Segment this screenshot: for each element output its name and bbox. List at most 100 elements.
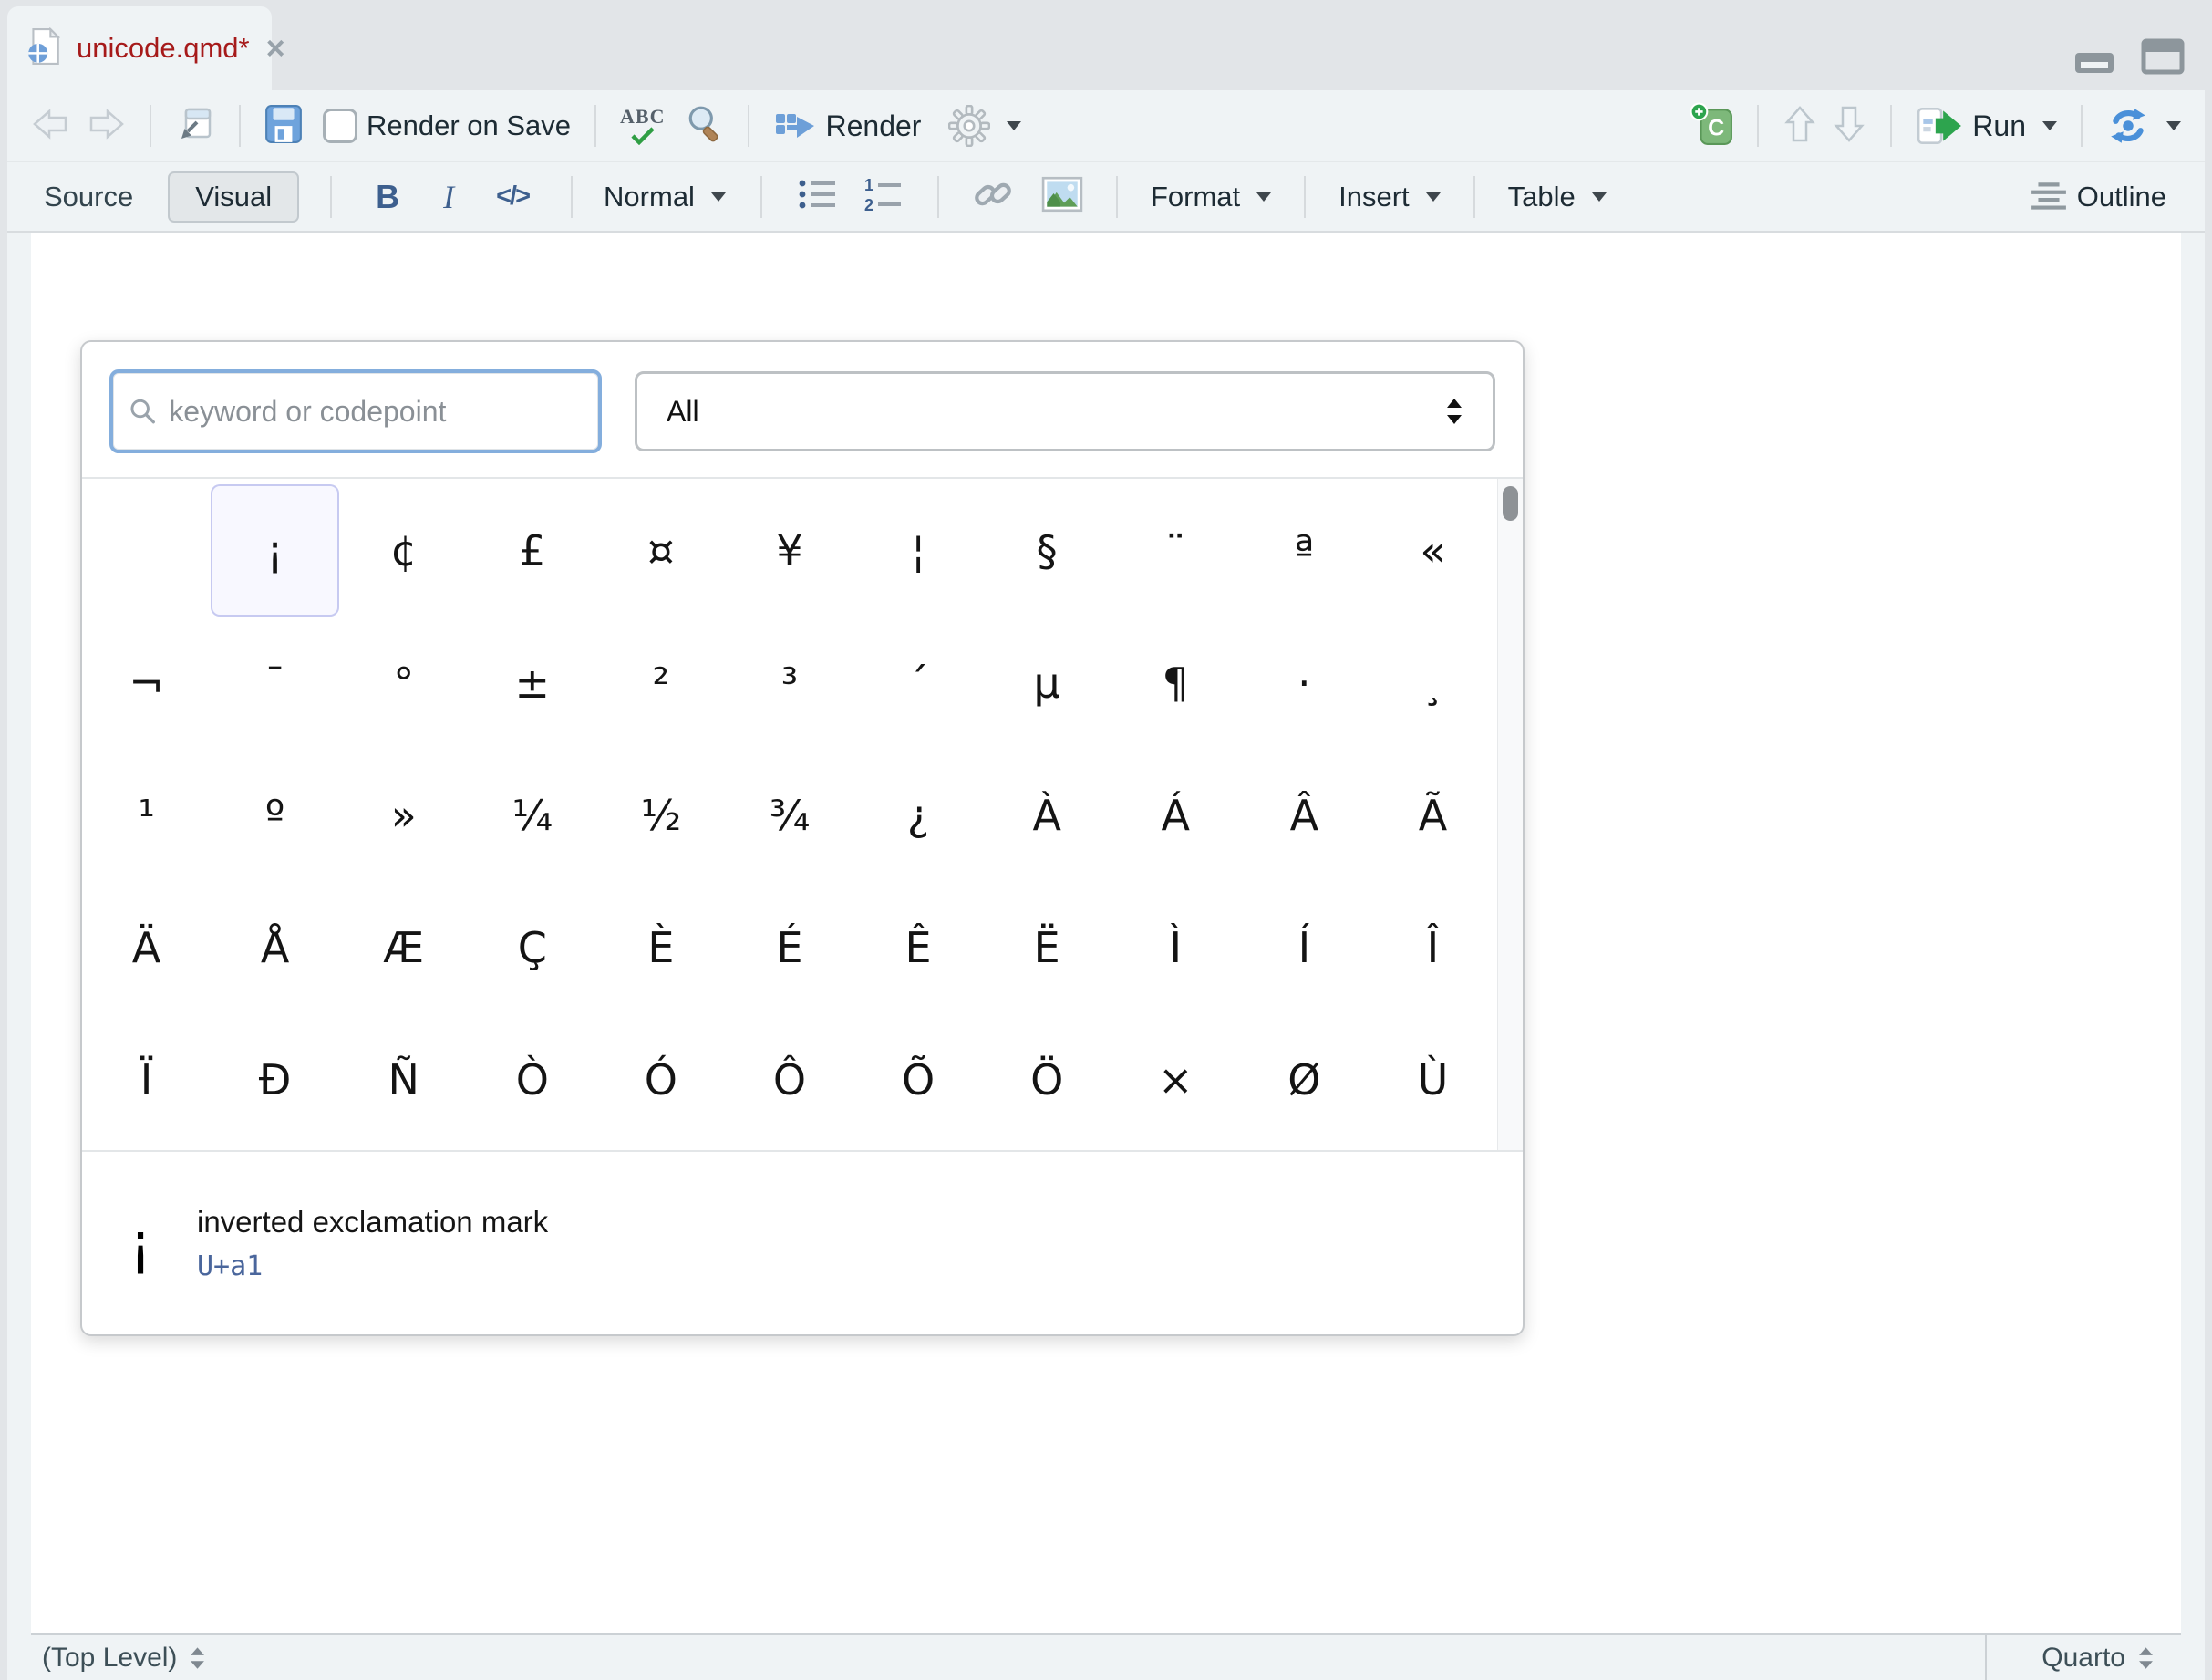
char-cell[interactable]: Ð: [211, 1013, 339, 1146]
code-button[interactable]: </>: [496, 181, 529, 212]
run-button[interactable]: Run: [1916, 106, 2057, 146]
mode-selector[interactable]: Quarto: [1985, 1635, 2181, 1680]
char-cell[interactable]: É: [725, 881, 853, 1013]
scrollbar-thumb[interactable]: [1503, 486, 1518, 521]
paragraph-style-dropdown[interactable]: Normal: [604, 181, 726, 213]
char-cell[interactable]: Å: [211, 881, 339, 1013]
render-options-button[interactable]: [948, 105, 1021, 147]
char-cell[interactable]: µ: [983, 617, 1111, 749]
editor-canvas[interactable]: All ¡¢£¤¥¦§¨ª« ¬¯°±²³´µ¶·¸ ¹º»¼½¾¿ÀÁÂÃ ÄÅÆÇ…: [31, 233, 2181, 1633]
spellcheck-button[interactable]: ABC: [620, 107, 665, 145]
forward-icon[interactable]: [86, 106, 126, 147]
search-input[interactable]: [169, 395, 582, 429]
scrollbar[interactable]: [1497, 479, 1523, 1150]
char-cell[interactable]: Ó: [596, 1013, 725, 1146]
italic-button[interactable]: I: [443, 178, 454, 216]
char-cell[interactable]: ¬: [82, 617, 211, 749]
char-cell[interactable]: °: [339, 617, 468, 749]
char-cell[interactable]: Ù: [1369, 1013, 1497, 1146]
search-box[interactable]: [109, 369, 602, 453]
char-cell[interactable]: ¸: [1369, 617, 1497, 749]
char-cell[interactable]: Ï: [82, 1013, 211, 1146]
format-menu[interactable]: Format: [1151, 181, 1271, 213]
char-cell[interactable]: [82, 484, 211, 617]
char-cell[interactable]: È: [596, 881, 725, 1013]
char-cell[interactable]: »: [339, 749, 468, 881]
back-icon[interactable]: [31, 106, 71, 147]
char-cell[interactable]: £: [468, 484, 596, 617]
char-cell[interactable]: Ã: [1369, 749, 1497, 881]
char-cell[interactable]: «: [1369, 484, 1497, 617]
char-cell[interactable]: ±: [468, 617, 596, 749]
char-cell[interactable]: ¦: [854, 484, 983, 617]
table-menu[interactable]: Table: [1508, 181, 1607, 213]
char-cell[interactable]: §: [983, 484, 1111, 617]
char-cell[interactable]: Í: [1240, 881, 1369, 1013]
category-select[interactable]: All: [635, 371, 1495, 451]
char-cell[interactable]: ¥: [725, 484, 853, 617]
char-cell[interactable]: Ä: [82, 881, 211, 1013]
maximize-icon[interactable]: [2141, 38, 2185, 79]
char-cell[interactable]: Ñ: [339, 1013, 468, 1146]
outline-toggle[interactable]: Outline: [2030, 181, 2166, 213]
char-cell[interactable]: Ç: [468, 881, 596, 1013]
char-cell[interactable]: ¨: [1111, 484, 1240, 617]
insert-menu[interactable]: Insert: [1339, 181, 1441, 213]
image-icon[interactable]: [1041, 176, 1083, 217]
save-icon[interactable]: [264, 104, 303, 149]
char-cell[interactable]: Ø: [1240, 1013, 1369, 1146]
render-on-save-toggle[interactable]: Render on Save: [323, 109, 571, 143]
char-cell[interactable]: Ë: [983, 881, 1111, 1013]
char-cell[interactable]: ¶: [1111, 617, 1240, 749]
tab-source[interactable]: Source: [44, 181, 133, 213]
char-cell[interactable]: À: [983, 749, 1111, 881]
paragraph-style-value: Normal: [604, 181, 695, 213]
numbered-list-icon[interactable]: 1 2: [863, 176, 904, 217]
char-cell[interactable]: ¡: [211, 484, 339, 617]
bullet-list-icon[interactable]: [797, 176, 839, 217]
tab-close-icon[interactable]: ×: [266, 32, 285, 65]
render-button[interactable]: Render: [773, 108, 922, 144]
rerun-button[interactable]: [2106, 107, 2181, 145]
char-cell[interactable]: ×: [1111, 1013, 1240, 1146]
separator: [594, 105, 596, 147]
char-cell[interactable]: ¯: [211, 617, 339, 749]
char-cell[interactable]: ¤: [596, 484, 725, 617]
char-cell[interactable]: ½: [596, 749, 725, 881]
link-icon[interactable]: [972, 175, 1014, 218]
minimize-icon[interactable]: [2073, 49, 2115, 79]
char-cell[interactable]: ²: [596, 617, 725, 749]
char-grid-wrap: ¡¢£¤¥¦§¨ª« ¬¯°±²³´µ¶·¸ ¹º»¼½¾¿ÀÁÂÃ ÄÅÆÇÈÉÊË…: [82, 477, 1523, 1150]
char-cell[interactable]: Õ: [854, 1013, 983, 1146]
char-cell[interactable]: ·: [1240, 617, 1369, 749]
char-cell[interactable]: Ô: [725, 1013, 853, 1146]
char-cell[interactable]: ´: [854, 617, 983, 749]
char-cell[interactable]: Â: [1240, 749, 1369, 881]
format-menu-label: Format: [1151, 181, 1240, 213]
char-cell[interactable]: ª: [1240, 484, 1369, 617]
char-cell[interactable]: Æ: [339, 881, 468, 1013]
checkbox-unchecked-icon[interactable]: [323, 109, 357, 143]
insert-chunk-icon[interactable]: C: [1690, 102, 1733, 150]
char-cell[interactable]: ¿: [854, 749, 983, 881]
char-cell[interactable]: ¢: [339, 484, 468, 617]
char-cell[interactable]: ³: [725, 617, 853, 749]
char-cell[interactable]: Ò: [468, 1013, 596, 1146]
open-in-window-icon[interactable]: [175, 104, 215, 149]
char-cell[interactable]: º: [211, 749, 339, 881]
char-cell[interactable]: Á: [1111, 749, 1240, 881]
char-cell[interactable]: Ö: [983, 1013, 1111, 1146]
char-cell[interactable]: Ê: [854, 881, 983, 1013]
char-cell[interactable]: ¼: [468, 749, 596, 881]
find-icon[interactable]: [686, 104, 724, 149]
tab-visual[interactable]: Visual: [168, 171, 299, 223]
char-cell[interactable]: Î: [1369, 881, 1497, 1013]
char-cell[interactable]: ¹: [82, 749, 211, 881]
document-tab[interactable]: unicode.qmd* ×: [7, 6, 272, 90]
scope-selector[interactable]: (Top Level): [31, 1643, 205, 1674]
char-cell[interactable]: ¾: [725, 749, 853, 881]
jump-previous-icon[interactable]: [1783, 104, 1817, 149]
bold-button[interactable]: B: [376, 178, 399, 216]
jump-next-icon[interactable]: [1832, 104, 1866, 149]
char-cell[interactable]: Ì: [1111, 881, 1240, 1013]
